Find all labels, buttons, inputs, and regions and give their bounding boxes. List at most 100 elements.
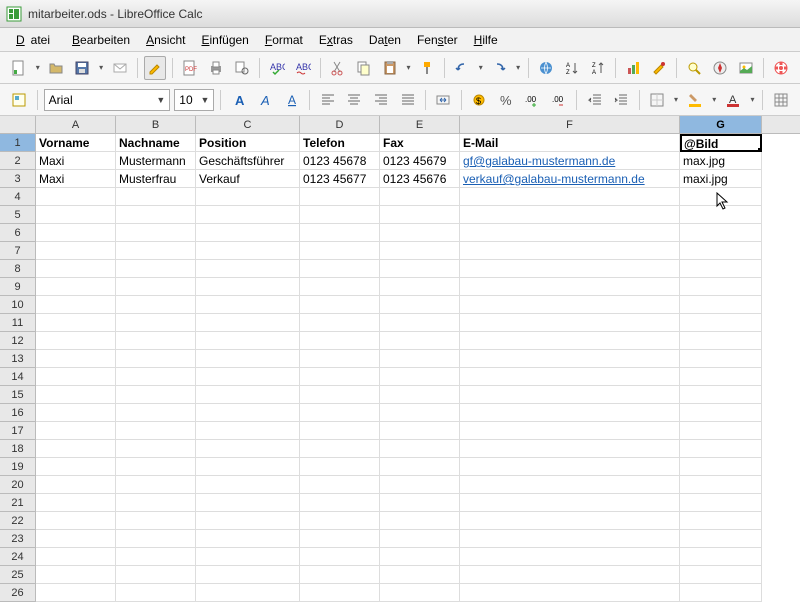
cell-E4[interactable] bbox=[380, 188, 460, 206]
cell-G26[interactable] bbox=[680, 584, 762, 602]
cell-F4[interactable] bbox=[460, 188, 680, 206]
cell-E14[interactable] bbox=[380, 368, 460, 386]
cell-F15[interactable] bbox=[460, 386, 680, 404]
cell-C7[interactable] bbox=[196, 242, 300, 260]
merge-cells-icon[interactable] bbox=[432, 88, 455, 112]
cell-D22[interactable] bbox=[300, 512, 380, 530]
cell-F9[interactable] bbox=[460, 278, 680, 296]
cell-A4[interactable] bbox=[36, 188, 116, 206]
cell-C15[interactable] bbox=[196, 386, 300, 404]
print-preview-icon[interactable] bbox=[231, 56, 253, 80]
cell-B5[interactable] bbox=[116, 206, 196, 224]
cell-D12[interactable] bbox=[300, 332, 380, 350]
cell-A22[interactable] bbox=[36, 512, 116, 530]
cell-F23[interactable] bbox=[460, 530, 680, 548]
cell-D23[interactable] bbox=[300, 530, 380, 548]
row-header-1[interactable]: 1 bbox=[0, 134, 36, 152]
cell-B7[interactable] bbox=[116, 242, 196, 260]
cell-G2[interactable]: max.jpg bbox=[680, 152, 762, 170]
cell-B10[interactable] bbox=[116, 296, 196, 314]
cell-B9[interactable] bbox=[116, 278, 196, 296]
cell-B3[interactable]: Musterfrau bbox=[116, 170, 196, 188]
italic-icon[interactable]: A bbox=[254, 88, 277, 112]
cell-G6[interactable] bbox=[680, 224, 762, 242]
cell-G15[interactable] bbox=[680, 386, 762, 404]
cell-A25[interactable] bbox=[36, 566, 116, 584]
redo-dropdown[interactable]: ▾ bbox=[514, 56, 521, 80]
cell-A7[interactable] bbox=[36, 242, 116, 260]
cell-D25[interactable] bbox=[300, 566, 380, 584]
cell-B20[interactable] bbox=[116, 476, 196, 494]
cell-C3[interactable]: Verkauf bbox=[196, 170, 300, 188]
sort-asc-icon[interactable]: AZ bbox=[561, 56, 583, 80]
cell-A5[interactable] bbox=[36, 206, 116, 224]
cell-E25[interactable] bbox=[380, 566, 460, 584]
align-center-icon[interactable] bbox=[343, 88, 366, 112]
paste-dropdown[interactable]: ▾ bbox=[405, 56, 412, 80]
cell-E19[interactable] bbox=[380, 458, 460, 476]
cell-F12[interactable] bbox=[460, 332, 680, 350]
cell-G19[interactable] bbox=[680, 458, 762, 476]
cell-F16[interactable] bbox=[460, 404, 680, 422]
redo-icon[interactable] bbox=[488, 56, 510, 80]
gallery-icon[interactable] bbox=[735, 56, 757, 80]
cell-G20[interactable] bbox=[680, 476, 762, 494]
cell-A9[interactable] bbox=[36, 278, 116, 296]
cell-B17[interactable] bbox=[116, 422, 196, 440]
cell-A14[interactable] bbox=[36, 368, 116, 386]
cell-A23[interactable] bbox=[36, 530, 116, 548]
cell-C13[interactable] bbox=[196, 350, 300, 368]
cell-B23[interactable] bbox=[116, 530, 196, 548]
edit-icon[interactable] bbox=[144, 56, 166, 80]
hyperlink-icon[interactable] bbox=[535, 56, 557, 80]
cell-C2[interactable]: Geschäftsführer bbox=[196, 152, 300, 170]
cell-F24[interactable] bbox=[460, 548, 680, 566]
help-icon[interactable] bbox=[770, 56, 792, 80]
cell-G5[interactable] bbox=[680, 206, 762, 224]
row-header-5[interactable]: 5 bbox=[0, 206, 36, 224]
cell-B19[interactable] bbox=[116, 458, 196, 476]
cell-F18[interactable] bbox=[460, 440, 680, 458]
cell-D4[interactable] bbox=[300, 188, 380, 206]
cell-C19[interactable] bbox=[196, 458, 300, 476]
cell-B16[interactable] bbox=[116, 404, 196, 422]
cell-E24[interactable] bbox=[380, 548, 460, 566]
cell-B26[interactable] bbox=[116, 584, 196, 602]
cell-E23[interactable] bbox=[380, 530, 460, 548]
cell-B8[interactable] bbox=[116, 260, 196, 278]
cell-A19[interactable] bbox=[36, 458, 116, 476]
cell-C17[interactable] bbox=[196, 422, 300, 440]
styles-icon[interactable] bbox=[8, 88, 31, 112]
percent-icon[interactable]: % bbox=[494, 88, 517, 112]
row-header-6[interactable]: 6 bbox=[0, 224, 36, 242]
cell-E16[interactable] bbox=[380, 404, 460, 422]
cell-A13[interactable] bbox=[36, 350, 116, 368]
cell-E7[interactable] bbox=[380, 242, 460, 260]
find-icon[interactable] bbox=[683, 56, 705, 80]
cell-A16[interactable] bbox=[36, 404, 116, 422]
cell-D26[interactable] bbox=[300, 584, 380, 602]
cell-A15[interactable] bbox=[36, 386, 116, 404]
cell-D3[interactable]: 0123 45677 bbox=[300, 170, 380, 188]
cell-C22[interactable] bbox=[196, 512, 300, 530]
col-header-C[interactable]: C bbox=[196, 116, 300, 133]
cell-D6[interactable] bbox=[300, 224, 380, 242]
cell-E17[interactable] bbox=[380, 422, 460, 440]
font-color-dropdown[interactable]: ▾ bbox=[749, 88, 757, 112]
cell-C21[interactable] bbox=[196, 494, 300, 512]
row-header-14[interactable]: 14 bbox=[0, 368, 36, 386]
spellcheck-icon[interactable]: ABC bbox=[266, 56, 288, 80]
cell-F2[interactable]: gf@galabau-mustermann.de bbox=[460, 152, 680, 170]
cell-G17[interactable] bbox=[680, 422, 762, 440]
cell-C18[interactable] bbox=[196, 440, 300, 458]
col-header-G[interactable]: G bbox=[680, 116, 762, 133]
row-header-22[interactable]: 22 bbox=[0, 512, 36, 530]
cell-F11[interactable] bbox=[460, 314, 680, 332]
cell-C14[interactable] bbox=[196, 368, 300, 386]
cell-D24[interactable] bbox=[300, 548, 380, 566]
cell-C20[interactable] bbox=[196, 476, 300, 494]
menu-ansicht[interactable]: Ansicht bbox=[140, 31, 191, 49]
cell-C12[interactable] bbox=[196, 332, 300, 350]
cell-E13[interactable] bbox=[380, 350, 460, 368]
cell-B1[interactable]: Nachname bbox=[116, 134, 196, 152]
